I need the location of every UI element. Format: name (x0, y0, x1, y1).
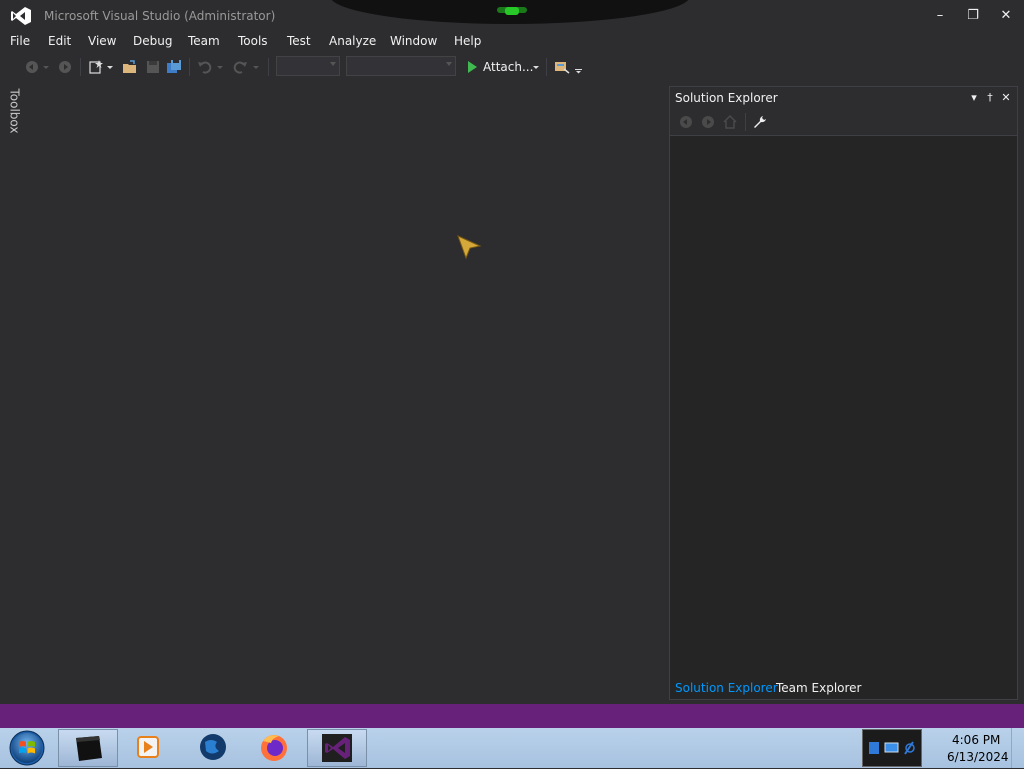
status-light-icon (497, 7, 527, 15)
show-desktop-button[interactable] (1011, 728, 1024, 768)
redo-icon[interactable] (232, 60, 248, 74)
restore-button[interactable]: ❐ (958, 4, 988, 26)
taskbar-firefox[interactable] (245, 729, 305, 767)
new-dropdown-icon[interactable] (106, 60, 114, 74)
solution-explorer-panel: Solution Explorer ▾ † ✕ (669, 86, 1018, 700)
menu-test[interactable]: Test (287, 34, 311, 48)
taskbar-media-player[interactable] (120, 729, 180, 767)
save-all-icon[interactable] (166, 60, 182, 74)
window-position-dropdown-button[interactable]: ▾ (967, 90, 981, 104)
back-icon[interactable] (24, 60, 40, 74)
panel-close-button[interactable]: ✕ (999, 90, 1013, 104)
terminal-app-icon (76, 736, 102, 761)
tab-team-explorer[interactable]: Team Explorer (776, 681, 862, 695)
minimize-button[interactable]: – (925, 4, 955, 26)
tray-icons[interactable] (863, 730, 921, 766)
window-title: Microsoft Visual Studio (Administrator) (44, 9, 276, 23)
solution-explorer-title: Solution Explorer (675, 91, 778, 105)
menu-help[interactable]: Help (454, 34, 481, 48)
start-button[interactable] (5, 729, 47, 767)
open-file-icon[interactable] (122, 60, 138, 74)
redo-dropdown-icon[interactable] (252, 60, 260, 74)
save-icon[interactable] (145, 60, 161, 74)
solution-configuration-combo[interactable] (276, 56, 340, 76)
chevron-down-icon (446, 62, 452, 66)
menu-window[interactable]: Window (390, 34, 437, 48)
status-bar (0, 704, 1024, 728)
menu-tools[interactable]: Tools (238, 34, 268, 48)
toolbox-label[interactable]: Toolbox (8, 89, 22, 134)
solution-platform-combo[interactable] (346, 56, 456, 76)
visual-studio-icon (322, 734, 352, 762)
back-icon[interactable] (678, 114, 694, 130)
globe-browser-icon (200, 734, 226, 760)
standard-toolbar: Attach... (0, 54, 1024, 80)
pin-button[interactable]: † (983, 90, 997, 104)
back-dropdown-icon[interactable] (42, 60, 50, 74)
solution-explorer-toolbar (670, 109, 1017, 136)
chevron-down-icon (330, 62, 336, 66)
solution-explorer-header: Solution Explorer ▾ † ✕ (670, 87, 1017, 109)
attach-dropdown-icon[interactable] (532, 60, 540, 74)
clock-time[interactable]: 4:06 PM (952, 733, 1000, 747)
clock-date[interactable]: 6/13/2024 (947, 750, 1009, 764)
start-icon[interactable] (464, 60, 480, 74)
menu-debug[interactable]: Debug (133, 34, 172, 48)
new-project-icon[interactable] (88, 60, 104, 74)
taskbar-terminal[interactable] (58, 729, 118, 767)
attach-button[interactable]: Attach... (483, 60, 533, 74)
home-icon[interactable] (722, 114, 738, 130)
media-player-icon (137, 736, 159, 758)
forward-icon[interactable] (700, 114, 716, 130)
menu-bar: File Edit View Debug Team Tools Test Ana… (0, 32, 1024, 52)
solution-explorer-tree[interactable] (670, 136, 1017, 679)
tab-solution-explorer[interactable]: Solution Explorer (675, 681, 778, 695)
menu-team[interactable]: Team (188, 34, 220, 48)
undo-icon[interactable] (197, 60, 213, 74)
editor-area (28, 84, 666, 704)
undo-dropdown-icon[interactable] (216, 60, 224, 74)
mouse-cursor-icon (457, 235, 482, 260)
menu-view[interactable]: View (88, 34, 116, 48)
close-button[interactable]: ✕ (991, 4, 1021, 26)
forward-icon[interactable] (57, 60, 73, 74)
toolbar-options-icon[interactable] (574, 60, 584, 74)
notification-tray (862, 729, 922, 767)
menu-file[interactable]: File (10, 34, 30, 48)
visual-studio-logo-icon (11, 7, 31, 25)
find-icon[interactable] (554, 60, 570, 74)
menu-analyze[interactable]: Analyze (329, 34, 376, 48)
firefox-icon (261, 735, 287, 761)
taskbar-globe-browser[interactable] (184, 729, 244, 767)
taskbar-visual-studio[interactable] (307, 729, 367, 767)
menu-edit[interactable]: Edit (48, 34, 71, 48)
properties-wrench-icon[interactable] (752, 114, 768, 130)
